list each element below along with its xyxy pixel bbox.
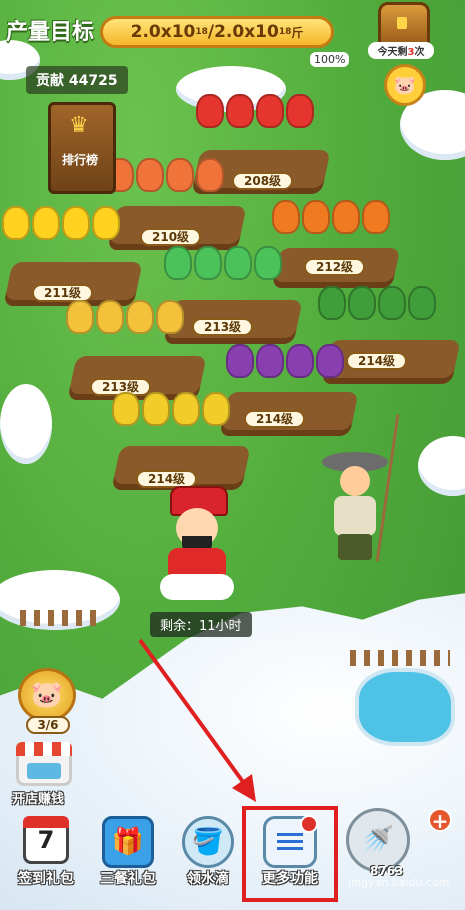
checkin-gift-button[interactable]: 7 签到礼包 (10, 816, 82, 896)
god-of-wealth-character[interactable] (160, 486, 234, 602)
fence (20, 610, 100, 626)
fence (350, 650, 450, 666)
pond (355, 668, 455, 746)
crop-watermelon (318, 286, 436, 320)
ranking-board[interactable]: ♛ 排行榜 (48, 102, 116, 194)
add-water-button[interactable]: + (428, 808, 452, 832)
remaining-time: 剩余：11小时 (150, 612, 252, 637)
crop-carrot (106, 158, 224, 192)
shop-icon[interactable] (16, 742, 72, 786)
level-label: 213级 (192, 318, 254, 336)
crop-pumpkin (272, 200, 390, 234)
crop-cucumber (164, 246, 282, 280)
collect-water-label: 领水滴 (187, 871, 229, 887)
calendar-icon: 7 (23, 816, 69, 864)
yield-target-title: 产量目标 (6, 20, 95, 45)
meal-gift-button[interactable]: 🎁 三餐礼包 (92, 816, 164, 896)
level-label: 212级 (304, 258, 366, 276)
watermark: jingyan.baidu.com (348, 876, 450, 889)
crop-corn (112, 392, 230, 426)
level-label: 208级 (232, 172, 294, 190)
daily-chest[interactable]: 今天剩3次 🐷 (368, 2, 434, 106)
contribution-badge: 贡献 44725 (26, 66, 128, 94)
crop-sunflower (2, 206, 120, 240)
yield-target-pill: 2.0x10 18/2.0x10 18 斤 (100, 16, 334, 48)
chest-remaining-label: 今天剩3次 (368, 42, 434, 59)
piggy-bank-button[interactable]: 🐷 (18, 668, 76, 722)
water-bucket-icon: 🪣 (182, 816, 234, 868)
piggy-icon[interactable]: 🐷 (384, 64, 426, 106)
snow-patch (418, 436, 465, 496)
highlight-box (242, 806, 338, 902)
open-shop-label[interactable]: 开店赚钱 (12, 788, 64, 807)
meal-gift-label: 三餐礼包 (100, 871, 156, 887)
ranking-label: 排行榜 (61, 153, 98, 167)
farmer-character[interactable] (322, 414, 400, 562)
crop-wheat (66, 300, 184, 334)
snow-patch (0, 384, 52, 464)
trophy-icon: ♛ (69, 113, 89, 138)
piggy-count: 3/6 (26, 716, 70, 734)
level-label: 214级 (244, 410, 306, 428)
crop-eggplant (226, 344, 344, 378)
crop-tomato (196, 94, 314, 128)
progress-percent: 100% (310, 52, 350, 67)
gift-box-icon: 🎁 (102, 816, 154, 868)
level-label: 210级 (140, 228, 202, 246)
level-label: 214级 (346, 352, 408, 370)
collect-water-button[interactable]: 🪣 领水滴 (172, 816, 244, 896)
watering-can-icon: 🚿 (346, 808, 410, 872)
checkin-gift-label: 签到礼包 (18, 871, 74, 887)
pig-icon: 🐷 (30, 680, 64, 710)
